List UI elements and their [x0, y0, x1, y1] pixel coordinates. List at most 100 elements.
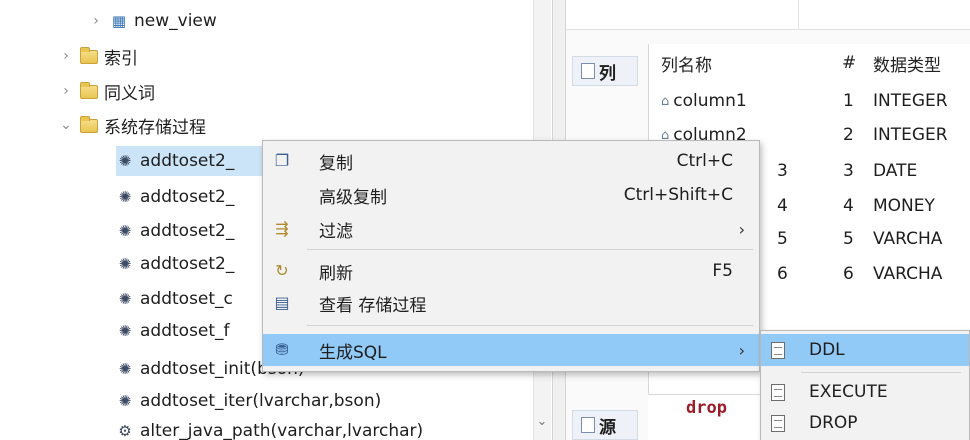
submenu-item-label: DDL	[809, 340, 845, 360]
column-header-number[interactable]: #	[842, 44, 856, 82]
menu-item-advanced-copy[interactable]: 高级复制 Ctrl+Shift+C	[263, 179, 759, 211]
grid-cell-type[interactable]: DATE	[873, 152, 917, 190]
submenu-item-drop[interactable]: DROP	[761, 407, 969, 439]
procedure-icon: ✺	[118, 152, 132, 170]
document-icon	[771, 414, 785, 432]
tree-item-procedure[interactable]: ✺ addtoset2_	[116, 249, 235, 279]
collapse-arrow-icon[interactable]: ⌄	[58, 117, 74, 133]
grid-cell-number[interactable]: 6	[843, 255, 854, 293]
menu-separator	[307, 325, 753, 326]
toolbar-divider	[798, 0, 799, 30]
menu-item-filter[interactable]: ⇶ 过滤 ›	[263, 213, 759, 245]
tree-item-procedure[interactable]: ✺ addtoset2_	[116, 216, 235, 246]
grid-cell-name[interactable]: 6	[777, 255, 788, 293]
grid-cell-type[interactable]: VARCHA	[873, 220, 942, 258]
expand-arrow-icon[interactable]: ›	[58, 48, 74, 64]
procedure-icon: ✺	[118, 392, 132, 410]
folder-icon	[80, 116, 98, 133]
submenu-item-ddl[interactable]: DDL	[761, 334, 969, 366]
expand-arrow-icon[interactable]: ›	[88, 13, 104, 29]
menu-item-generate-sql[interactable]: ⛃ 生成SQL ›	[263, 334, 759, 366]
grid-cell-number[interactable]: 2	[843, 116, 854, 154]
submenu-item-execute[interactable]: EXECUTE	[761, 376, 969, 408]
generate-sql-icon: ⛃	[275, 340, 289, 359]
menu-item-shortcut: F5	[712, 261, 733, 281]
procedure-icon: ✺	[118, 360, 132, 378]
java-procedure-icon: ⚙	[118, 422, 132, 440]
document-icon	[771, 383, 785, 401]
context-menu: ❐ 复制 Ctrl+C 高级复制 Ctrl+Shift+C ⇶ 过滤 › ↻ 刷…	[262, 140, 760, 372]
copy-icon: ❐	[274, 151, 290, 170]
grid-cell-name[interactable]: 5	[777, 220, 788, 258]
document-icon	[771, 341, 785, 359]
tab-source[interactable]: 源	[572, 410, 638, 440]
tree-item-system-procedures[interactable]: ⌄ 系统存储过程	[58, 110, 206, 140]
tree-item-procedure[interactable]: ✺ addtoset_c	[116, 284, 233, 314]
tab-label: 列	[599, 63, 616, 84]
procedure-icon: ✺	[118, 222, 132, 240]
tab-columns[interactable]: 列	[572, 56, 638, 86]
source-keyword: drop	[686, 398, 727, 418]
tree-item-label: 系统存储过程	[104, 117, 206, 138]
grid-cell-type[interactable]: VARCHA	[873, 255, 942, 293]
menu-separator	[307, 249, 753, 250]
submenu-arrow-icon: ›	[738, 219, 745, 239]
menu-separator	[801, 372, 961, 373]
column-header-name[interactable]: 列名称	[661, 44, 712, 82]
procedure-icon: ✺	[118, 290, 132, 308]
menu-item-label: 过滤	[319, 221, 353, 242]
folder-icon	[80, 82, 98, 99]
tree-item-procedure[interactable]: ✺ addtoset_f	[116, 316, 230, 346]
tree-item-label: addtoset2_	[140, 221, 235, 241]
grid-cell-name[interactable]: 3	[777, 152, 788, 190]
grid-cell-type[interactable]: INTEGER	[873, 82, 948, 120]
generate-sql-submenu: DDL EXECUTE DROP	[760, 330, 970, 440]
tree-item-label: addtoset_f	[140, 321, 230, 341]
source-tab-icon	[581, 417, 595, 433]
column-icon: ⌂	[661, 93, 670, 109]
tree-item-label: addtoset_c	[140, 289, 233, 309]
grid-cell-number[interactable]: 1	[843, 82, 854, 120]
tree-item-procedure-selected[interactable]: ✺ addtoset2_	[116, 146, 266, 176]
folder-icon	[80, 47, 98, 64]
menu-item-refresh[interactable]: ↻ 刷新 F5	[263, 255, 759, 287]
tab-label: 源	[599, 417, 616, 438]
filter-icon: ⇶	[275, 219, 289, 238]
column-header-type[interactable]: 数据类型	[873, 44, 941, 82]
tree-item-label: 同义词	[104, 83, 155, 104]
tree-item-indexes[interactable]: › 索引	[58, 41, 138, 71]
menu-item-shortcut: Ctrl+C	[676, 151, 733, 171]
grid-cell-name[interactable]: ⌂ column1	[661, 82, 747, 120]
submenu-item-label: DROP	[809, 413, 858, 433]
grid-cell-number[interactable]: 3	[843, 152, 854, 190]
tree-item-synonyms[interactable]: › 同义词	[58, 76, 155, 106]
menu-item-label: 查看 存储过程	[319, 295, 427, 316]
table-view-icon: ▦	[111, 12, 127, 30]
menu-item-copy[interactable]: ❐ 复制 Ctrl+C	[263, 145, 759, 177]
procedure-icon: ✺	[118, 188, 132, 206]
panel-toolbar	[566, 0, 970, 30]
tree-item-label: addtoset2_	[140, 187, 235, 207]
tree-item-new-view[interactable]: › ▦ new_view	[88, 6, 217, 36]
columns-tab-icon	[581, 63, 595, 79]
grid-cell-type[interactable]: INTEGER	[873, 116, 948, 154]
tree-item-label: new_view	[134, 11, 217, 31]
tree-item-procedure[interactable]: ⚙ alter_java_path(varchar,lvarchar)	[116, 416, 423, 440]
menu-item-label: 刷新	[319, 263, 353, 284]
scroll-down-arrow-icon[interactable]: ⌄	[533, 414, 551, 434]
tree-item-procedure[interactable]: ✺ addtoset2_	[116, 182, 235, 212]
menu-item-label: 高级复制	[319, 187, 387, 208]
tree-item-label: 索引	[104, 48, 138, 69]
procedure-icon: ✺	[118, 255, 132, 273]
submenu-arrow-icon: ›	[738, 340, 745, 360]
grid-cell-number[interactable]: 5	[843, 220, 854, 258]
procedure-icon: ✺	[118, 322, 132, 340]
tree-item-label: addtoset_iter(lvarchar,bson)	[140, 391, 382, 411]
menu-item-view-procedure[interactable]: ▤ 查看 存储过程	[263, 287, 759, 319]
tree-item-label: alter_java_path(varchar,lvarchar)	[140, 421, 424, 440]
menu-item-label: 生成SQL	[319, 342, 387, 363]
expand-arrow-icon[interactable]: ›	[58, 83, 74, 99]
submenu-item-label: EXECUTE	[809, 382, 888, 402]
refresh-icon: ↻	[275, 261, 289, 280]
tree-item-procedure[interactable]: ✺ addtoset_iter(lvarchar,bson)	[116, 386, 382, 416]
